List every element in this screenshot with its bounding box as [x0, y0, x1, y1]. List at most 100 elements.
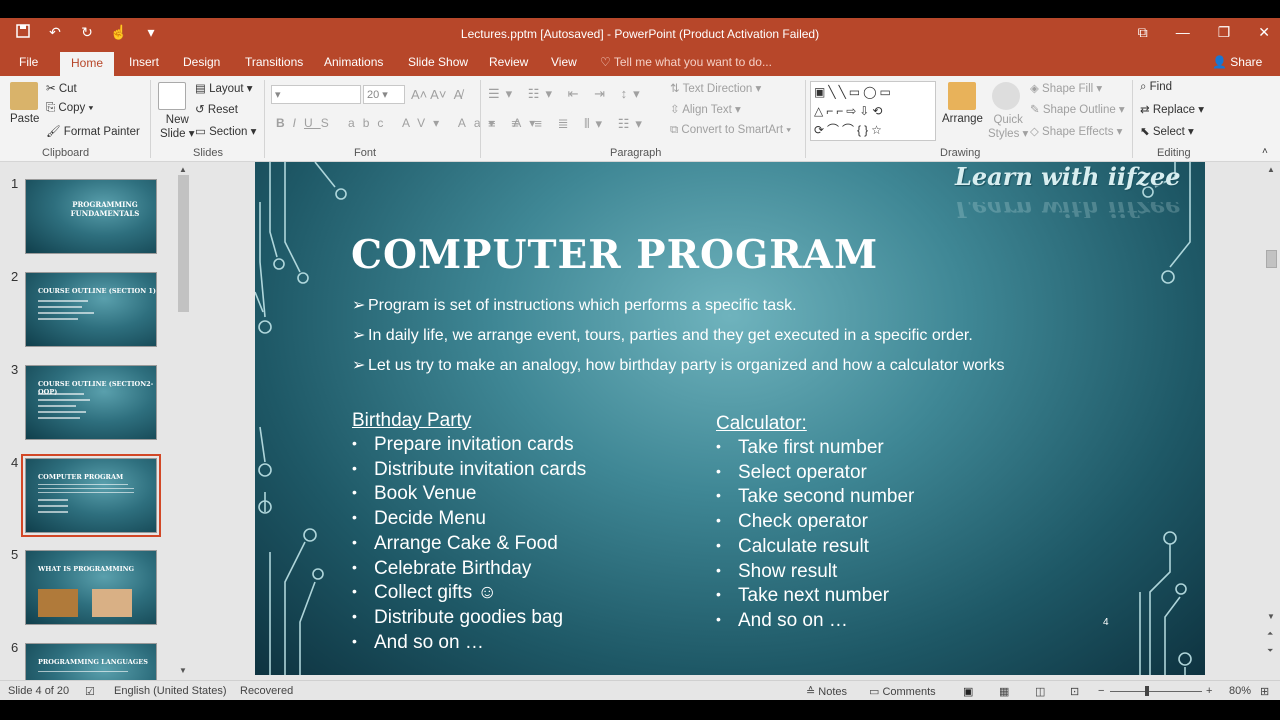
minimize-button[interactable]: — [1176, 24, 1190, 41]
birthday-party-heading[interactable]: Birthday Party [352, 410, 471, 432]
slide-sorter-icon[interactable]: ▦ [999, 685, 1009, 698]
alignment-buttons[interactable]: ≡ ≡ ≡ ≣ ⫴▾ ☷▾ [488, 116, 648, 132]
comments-button[interactable]: ▭ Comments [869, 685, 936, 698]
lightbulb-icon: ♡ [600, 55, 614, 69]
slide-scroll-thumb[interactable] [1266, 250, 1277, 268]
ribbon-display-options-icon[interactable]: ⧉ [1138, 24, 1148, 41]
spell-check-icon[interactable]: ☑ [85, 685, 95, 698]
arrange-button[interactable]: Arrange [942, 113, 983, 125]
notes-button[interactable]: ≙ Notes [806, 685, 847, 698]
list-item: Take first number [716, 436, 914, 461]
section-button[interactable]: ▭ Section ▾ [195, 124, 256, 138]
find-button[interactable]: ⌕ Find [1140, 81, 1172, 94]
thumbnail-number: 1 [11, 176, 19, 191]
zoom-slider-track[interactable] [1110, 691, 1202, 692]
scroll-down-arrow[interactable]: ▼ [1267, 612, 1275, 621]
normal-view-icon[interactable]: ▣ [963, 685, 973, 698]
slide-thumbnail-1[interactable]: PROGRAMMING FUNDAMENTALS [25, 179, 157, 254]
arrange-icon[interactable] [948, 82, 976, 110]
shape-fill-button[interactable]: ◈ Shape Fill ▾ [1030, 81, 1102, 95]
tab-home[interactable]: Home [60, 52, 115, 76]
reset-button[interactable]: ↺ Reset [195, 102, 238, 116]
slide-thumbnail-5[interactable]: WHAT IS PROGRAMMING [25, 550, 157, 625]
editing-group-label: Editing [1157, 147, 1191, 159]
thumbnail-number: 4 [11, 455, 19, 470]
thumbnail-text-line [38, 499, 68, 501]
tab-file[interactable]: File [19, 55, 38, 69]
slide-thumbnail-2[interactable]: COURSE OUTLINE (SECTION 1) [25, 272, 157, 347]
align-text-button[interactable]: ⇳ Align Text ▾ [670, 102, 741, 116]
zoom-level[interactable]: 80% [1229, 685, 1251, 697]
scroll-down-arrow[interactable]: ▼ [179, 666, 187, 675]
thumbnail-text-line [38, 318, 78, 320]
thumbnail-text-line [38, 505, 68, 507]
slide-show-icon[interactable]: ⊡ [1070, 685, 1079, 698]
top-letterbox [0, 0, 1280, 18]
bullet-point[interactable]: ➢ Let us try to make an analogy, how birt… [352, 355, 1004, 375]
calculator-list[interactable]: Take first number Select operator Take s… [716, 436, 914, 634]
tab-animations[interactable]: Animations [324, 55, 383, 69]
bullet-point[interactable]: ➢ Program is set of instructions which pe… [352, 295, 797, 315]
convert-smartart-button[interactable]: ⧉ Convert to SmartArt ▾ [670, 124, 791, 137]
zoom-slider-knob[interactable] [1145, 686, 1149, 696]
thumbnail-text-line [38, 417, 80, 419]
new-slide-button[interactable]: New Slide ▾ [160, 113, 195, 141]
reading-view-icon[interactable]: ◫ [1035, 685, 1045, 698]
zoom-in-button[interactable]: + [1206, 685, 1212, 697]
slide-title[interactable]: COMPUTER PROGRAM [351, 232, 878, 278]
tab-view[interactable]: View [551, 55, 577, 69]
text-direction-button[interactable]: ⇅ Text Direction ▾ [670, 81, 761, 95]
birthday-party-list[interactable]: Prepare invitation cards Distribute invi… [352, 433, 586, 655]
tab-insert[interactable]: Insert [129, 55, 159, 69]
quick-styles-button[interactable]: Quick Styles ▾ [988, 113, 1028, 141]
slide-scrollbar[interactable]: ▲ ▼ ⏶ ⏷ [1264, 163, 1279, 680]
tab-review[interactable]: Review [489, 55, 528, 69]
tab-design[interactable]: Design [183, 55, 220, 69]
tab-transitions[interactable]: Transitions [245, 55, 303, 69]
slide-counter: Slide 4 of 20 [8, 685, 70, 697]
collapse-ribbon-icon[interactable]: ˄ [1262, 146, 1268, 157]
replace-button[interactable]: ⇄ Replace ▾ [1140, 102, 1204, 116]
scroll-up-arrow[interactable]: ▲ [179, 165, 187, 174]
scroll-up-arrow[interactable]: ▲ [1267, 165, 1275, 174]
next-slide-icon[interactable]: ⏷ [1267, 646, 1273, 656]
slide-thumbnail-4[interactable]: COMPUTER PROGRAM [21, 454, 161, 537]
font-size-box[interactable]: 20 ▾ [363, 85, 405, 104]
slide-thumbnail-3[interactable]: COURSE OUTLINE (SECTION2- OOP) [25, 365, 157, 440]
layout-button[interactable]: ▤ Layout ▾ [195, 81, 253, 95]
powerpoint-window: ↶ ↻ ☝ ▾ Lectures.pptm [Autosaved] - Powe… [0, 0, 1280, 720]
list-buttons[interactable]: ☰▾ ☷▾ ⇤ ⇥ ↕▾ [488, 86, 646, 102]
cut-button[interactable]: ✂ Cut [46, 81, 77, 95]
close-button[interactable]: ✕ [1258, 24, 1270, 41]
tell-me-box[interactable]: ♡ Tell me what you want to do... [600, 55, 772, 69]
font-grow-shrink-icons[interactable]: A˄ A˅ A̸ [411, 87, 462, 102]
font-family-box[interactable]: ▾ [271, 85, 361, 104]
new-slide-icon[interactable] [158, 82, 186, 110]
shape-effects-button[interactable]: ◇ Shape Effects ▾ [1030, 124, 1122, 138]
paste-icon[interactable] [10, 82, 38, 110]
thumbnail-title: PROGRAMMING LANGUAGES [38, 658, 148, 666]
thumbnail-image [38, 589, 78, 617]
language-indicator[interactable]: English (United States) [114, 685, 227, 697]
paste-button[interactable]: Paste [10, 113, 39, 125]
slide-thumbnails-pane: 1 PROGRAMMING FUNDAMENTALS 2 COURSE OUTL… [0, 163, 194, 718]
copy-button[interactable]: ⎘ Copy ▾ [46, 102, 93, 115]
bullet-point[interactable]: ➢ In daily life, we arrange event, tours,… [352, 325, 973, 345]
fit-slide-icon[interactable]: ⊞ [1260, 685, 1269, 698]
list-item: Celebrate Birthday [352, 557, 586, 582]
shape-outline-button[interactable]: ✎ Shape Outline ▾ [1030, 102, 1125, 116]
select-button[interactable]: ⬉ Select ▾ [1140, 124, 1194, 138]
quick-styles-icon[interactable] [992, 82, 1020, 110]
tab-slide-show[interactable]: Slide Show [408, 55, 468, 69]
arrow-bullet-icon: ➢ [352, 297, 366, 314]
calculator-heading[interactable]: Calculator: [716, 413, 807, 435]
thumbnails-scroll-thumb[interactable] [178, 175, 189, 312]
format-painter-button[interactable]: 🖌 Format Painter [46, 124, 140, 138]
restore-button[interactable]: ❐ [1218, 24, 1231, 41]
previous-slide-icon[interactable]: ⏶ [1267, 629, 1273, 639]
shapes-gallery[interactable]: ▣╲╲▭◯▭ △⌐⌐⇨⇩⟲ ⟳⌒⌒{}☆ [810, 81, 936, 141]
slide-canvas[interactable]: Learn with iifzee Learn with iifzee COMP… [255, 162, 1205, 675]
zoom-out-button[interactable]: − [1098, 685, 1104, 697]
share-button[interactable]: 👤 Share [1212, 55, 1262, 69]
thumbnail-text-line [38, 399, 90, 401]
